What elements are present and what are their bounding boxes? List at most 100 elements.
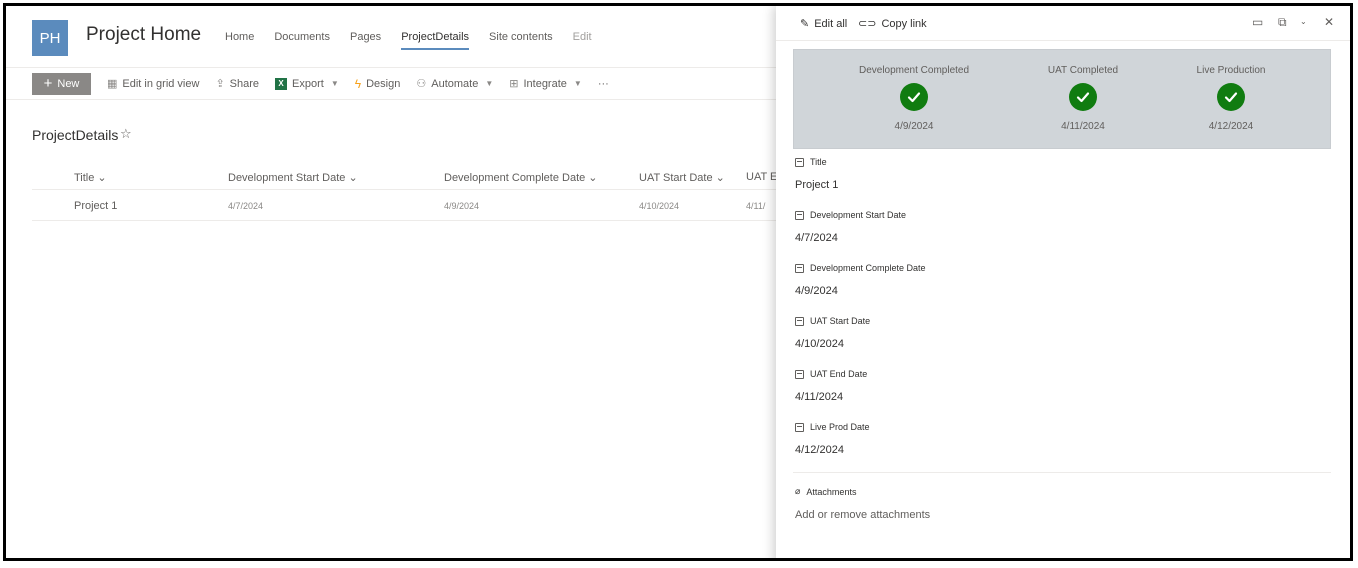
- site-nav: Home Documents Pages ProjectDetails Site…: [225, 31, 612, 50]
- field-live-prod-date[interactable]: Live Prod Date 4/12/2024: [795, 422, 1335, 456]
- attachments-section: ⌀ Attachments Add or remove attachments: [795, 486, 930, 521]
- automate-label: Automate: [431, 77, 479, 90]
- nav-documents[interactable]: Documents: [274, 31, 330, 50]
- row-uat-end: 4/11/: [746, 201, 766, 211]
- field-value[interactable]: 4/11/2024: [795, 391, 1335, 403]
- automate-button[interactable]: ⚇ Automate ▼: [416, 77, 494, 91]
- favorite-star-icon[interactable]: ☆: [120, 126, 132, 142]
- field-value[interactable]: Project 1: [795, 179, 1335, 191]
- column-header-title[interactable]: Title ⌄: [74, 171, 107, 184]
- field-title[interactable]: Title Project 1: [795, 157, 1335, 191]
- stage-date: 4/11/2024: [1061, 121, 1105, 132]
- field-value[interactable]: 4/10/2024: [795, 338, 1335, 350]
- flow-icon: ⚇: [416, 78, 427, 90]
- list-header: Title ⌄ Development Start Date ⌄ Develop…: [32, 164, 792, 190]
- nav-site-contents[interactable]: Site contents: [489, 31, 553, 50]
- edit-grid-button[interactable]: ▦ Edit in grid view: [107, 77, 200, 91]
- plus-icon: +: [43, 75, 53, 92]
- pencil-icon: ✎: [800, 18, 810, 30]
- design-button[interactable]: ϟ Design: [355, 77, 401, 91]
- more-icon: ···: [597, 77, 609, 90]
- chevron-down-icon: ▼: [573, 79, 582, 88]
- nav-home[interactable]: Home: [225, 31, 254, 50]
- field-uat-start-date[interactable]: UAT Start Date 4/10/2024: [795, 316, 1335, 350]
- field-value[interactable]: 4/7/2024: [795, 232, 1335, 244]
- field-label: Development Start Date: [810, 210, 907, 220]
- link-icon: ⊂⊃: [858, 18, 877, 30]
- close-icon[interactable]: ✕: [1324, 15, 1334, 29]
- site-logo[interactable]: PH: [32, 20, 68, 56]
- checkmark-icon: [1217, 83, 1245, 111]
- checkmark-icon: [1069, 83, 1097, 111]
- calendar-icon: [795, 369, 804, 379]
- field-label: Title: [810, 157, 827, 167]
- nav-edit[interactable]: Edit: [573, 31, 592, 50]
- add-attachments-link[interactable]: Add or remove attachments: [795, 509, 930, 521]
- field-label: Development Complete Date: [810, 263, 926, 273]
- field-development-complete-date[interactable]: Development Complete Date 4/9/2024: [795, 263, 1335, 297]
- chevron-down-icon[interactable]: ⌄: [1300, 17, 1307, 26]
- field-development-start-date[interactable]: Development Start Date 4/7/2024: [795, 210, 1335, 244]
- calendar-icon: [795, 316, 804, 326]
- stage-uat-completed: UAT Completed 4/11/2024: [1013, 65, 1153, 132]
- field-label: Live Prod Date: [810, 422, 870, 432]
- more-button[interactable]: ···: [598, 78, 609, 90]
- calendar-icon: [795, 422, 804, 432]
- checkmark-icon: [900, 83, 928, 111]
- comment-icon[interactable]: ▭: [1252, 15, 1263, 29]
- stage-date: 4/12/2024: [1208, 121, 1254, 132]
- nav-projectdetails[interactable]: ProjectDetails: [401, 31, 470, 50]
- status-tracker: Development Completed 4/9/2024 UAT Compl…: [793, 49, 1331, 149]
- integrate-label: Integrate: [523, 77, 567, 90]
- grid-icon: ▦: [107, 78, 118, 90]
- field-label: UAT End Date: [810, 369, 868, 379]
- chevron-down-icon: ▼: [330, 79, 339, 88]
- new-button[interactable]: + New: [32, 72, 91, 95]
- stage-label: UAT Completed: [1047, 65, 1119, 76]
- copy-link-button[interactable]: ⊂⊃ Copy link: [858, 17, 927, 31]
- paperclip-icon: ⌀: [795, 486, 801, 496]
- row-dev-start: 4/7/2024: [228, 201, 264, 211]
- copy-link-label: Copy link: [881, 17, 927, 30]
- integrate-icon: ⊞: [509, 78, 519, 90]
- chevron-down-icon: ▼: [485, 79, 494, 88]
- export-button[interactable]: X Export ▼: [275, 77, 339, 90]
- column-header-dev-complete[interactable]: Development Complete Date ⌄: [444, 171, 598, 184]
- details-panel: ✎ Edit all ⊂⊃ Copy link ▭ ⧉ ⌄ ✕ Developm…: [776, 6, 1350, 558]
- stage-development-completed: Development Completed 4/9/2024: [844, 65, 984, 132]
- list-title: ProjectDetails: [32, 127, 119, 143]
- form-icon[interactable]: ⧉: [1278, 15, 1287, 30]
- edit-all-button[interactable]: ✎ Edit all: [800, 17, 847, 31]
- export-label: Export: [292, 77, 324, 90]
- text-field-icon: [795, 157, 804, 167]
- excel-icon: X: [275, 77, 288, 90]
- lightning-icon: ϟ: [354, 76, 362, 91]
- design-label: Design: [366, 77, 401, 90]
- share-icon: ⇪: [215, 78, 225, 90]
- calendar-icon: [795, 210, 804, 220]
- stage-label: Live Production: [1196, 65, 1266, 76]
- divider: [793, 472, 1331, 473]
- share-label: Share: [229, 77, 260, 90]
- calendar-icon: [795, 263, 804, 273]
- column-header-dev-start[interactable]: Development Start Date ⌄: [228, 171, 358, 184]
- field-label: UAT Start Date: [810, 316, 871, 326]
- row-dev-complete: 4/9/2024: [444, 201, 480, 211]
- field-value[interactable]: 4/12/2024: [795, 444, 1335, 456]
- field-uat-end-date[interactable]: UAT End Date 4/11/2024: [795, 369, 1335, 403]
- table-row[interactable]: Project 1 4/7/2024 4/9/2024 4/10/2024 4/…: [32, 191, 792, 221]
- row-uat-start: 4/10/2024: [639, 201, 680, 211]
- nav-pages[interactable]: Pages: [350, 31, 381, 50]
- attachments-label: Attachments: [806, 486, 857, 497]
- site-title[interactable]: Project Home: [86, 24, 201, 46]
- row-title[interactable]: Project 1: [74, 200, 117, 212]
- integrate-button[interactable]: ⊞ Integrate ▼: [509, 77, 582, 91]
- column-header-uat-start[interactable]: UAT Start Date ⌄: [639, 171, 725, 184]
- stage-label: Development Completed: [858, 65, 970, 76]
- new-label: New: [57, 77, 80, 90]
- panel-toolbar: ✎ Edit all ⊂⊃ Copy link ▭ ⧉ ⌄ ✕: [776, 6, 1350, 41]
- edit-grid-label: Edit in grid view: [122, 77, 200, 90]
- field-value[interactable]: 4/9/2024: [795, 285, 1335, 297]
- app-frame: PH Project Home Home Documents Pages Pro…: [3, 3, 1353, 561]
- share-button[interactable]: ⇪ Share: [215, 77, 260, 91]
